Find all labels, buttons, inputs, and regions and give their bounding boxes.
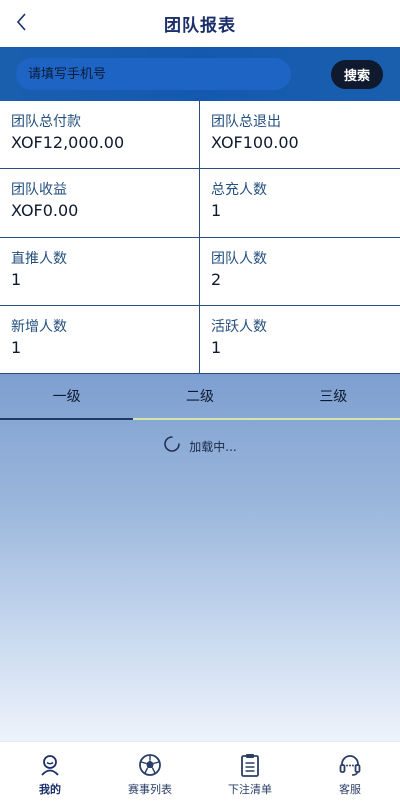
nav-label: 我的 (39, 783, 61, 796)
stat-total-rechargers: 总充人数 1 (200, 169, 400, 238)
stat-value: XOF12,000.00 (11, 133, 125, 152)
stat-label: 直推人数 (11, 250, 67, 267)
headset-icon (337, 752, 363, 778)
stat-label: 活跃人数 (211, 318, 267, 335)
tab-level-3[interactable]: 三级 (266, 374, 400, 420)
stat-team-income: 团队收益 XOF0.00 (0, 169, 200, 238)
stat-value: 1 (211, 201, 222, 221)
stat-label: 团队总付款 (11, 114, 81, 130)
level-tabs: 一级 二级 三级 (0, 374, 400, 420)
stat-team-size: 团队人数 2 (200, 238, 400, 306)
level-panel: 一级 二级 三级 加载中... (0, 374, 400, 741)
stat-value: XOF100.00 (211, 133, 299, 152)
search-bar: 搜索 (0, 47, 400, 101)
stat-value: 1 (11, 269, 22, 289)
loading-indicator: 加载中... (0, 434, 400, 458)
nav-label: 下注清单 (228, 783, 272, 796)
search-button[interactable]: 搜索 (331, 60, 383, 89)
spinner-icon (163, 435, 181, 457)
tab-level-1[interactable]: 一级 (0, 374, 134, 420)
stat-value: 1 (11, 337, 22, 357)
stat-label: 团队人数 (211, 250, 267, 267)
loading-text: 加载中... (189, 439, 237, 454)
phone-search-input[interactable] (16, 58, 291, 90)
nav-label: 客服 (339, 783, 361, 796)
stat-label: 总充人数 (211, 182, 267, 199)
stat-label: 团队收益 (11, 182, 67, 199)
stat-label: 新增人数 (11, 318, 67, 335)
nav-item-matches[interactable]: 赛事列表 (100, 742, 200, 802)
nav-item-bets[interactable]: 下注清单 (200, 742, 300, 802)
stat-active-members: 活跃人数 1 (200, 306, 400, 374)
stat-label: 团队总退出 (211, 114, 281, 130)
soccer-ball-icon (137, 752, 163, 778)
stats-grid: 团队总付款 XOF12,000.00 团队总退出 XOF100.00 团队收益 … (0, 101, 400, 374)
stat-value: 1 (211, 337, 222, 357)
nav-item-service[interactable]: 客服 (300, 742, 400, 802)
page-title: 团队报表 (164, 16, 236, 36)
stat-direct-referrals: 直推人数 1 (0, 237, 200, 306)
back-button[interactable] (8, 10, 34, 38)
stat-total-withdraw: 团队总退出 XOF100.00 (200, 101, 400, 170)
nav-item-mine[interactable]: 我的 (0, 742, 100, 802)
nav-label: 赛事列表 (128, 783, 172, 796)
stat-value: XOF0.00 (11, 201, 79, 221)
bottom-nav: 我的 赛事列表 下注清单 客服 (0, 741, 400, 802)
stat-total-payment: 团队总付款 XOF12,000.00 (0, 101, 200, 170)
tab-level-2[interactable]: 二级 (133, 374, 267, 420)
clipboard-icon (237, 752, 263, 778)
stat-new-members: 新增人数 1 (0, 305, 200, 374)
chevron-left-icon (15, 12, 27, 36)
stat-value: 2 (211, 269, 222, 289)
user-icon (37, 752, 63, 778)
header: 团队报表 (0, 0, 400, 47)
